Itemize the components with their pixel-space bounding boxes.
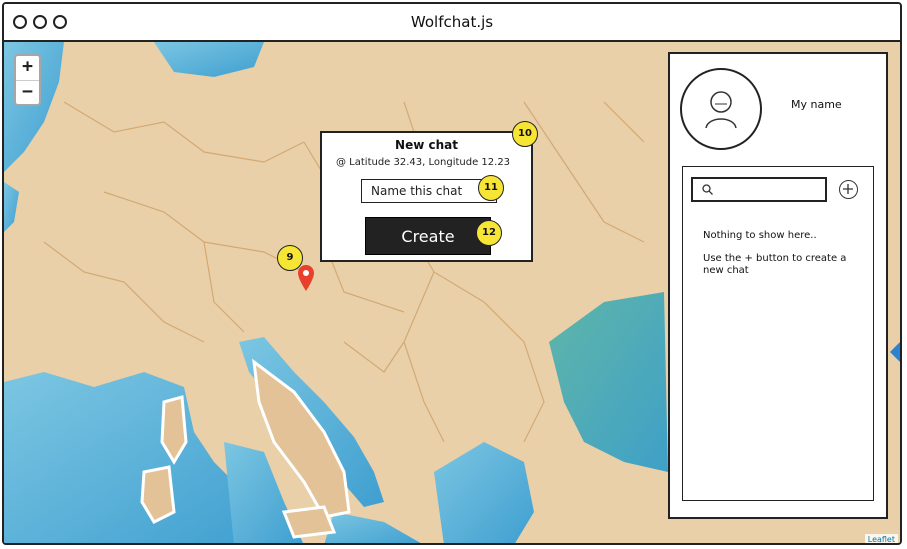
chat-name-input[interactable]: Name this chat — [361, 179, 497, 203]
popup-coordinates: @ Latitude 32.43, Longitude 12.23 — [336, 157, 511, 168]
create-button[interactable]: Create — [365, 217, 491, 255]
map-pin-icon[interactable] — [298, 265, 314, 295]
edge-marker-icon — [890, 342, 900, 362]
plus-circle-icon[interactable] — [839, 180, 858, 199]
user-icon[interactable] — [680, 68, 762, 150]
zoom-control: + − — [14, 54, 41, 106]
title-bar: Wolfchat.js — [4, 4, 900, 42]
annotation-badge-name-input: 11 — [478, 175, 504, 201]
empty-state-title: Nothing to show here.. — [703, 230, 817, 241]
new-chat-popup: New chat @ Latitude 32.43, Longitude 12.… — [320, 131, 533, 262]
map-view[interactable]: + − 9 New chat @ Latitude 32.43, Longitu… — [4, 42, 900, 543]
empty-state-hint: Use the + button to create a new chat — [703, 253, 847, 276]
zoom-in-button[interactable]: + — [16, 56, 39, 81]
app-window: Wolfchat.js + − 9 New chat @ Latitude 32… — [2, 2, 902, 545]
user-name: My name — [791, 98, 842, 111]
chat-list: Nothing to show here.. Use the + button … — [682, 166, 874, 501]
annotation-badge-popup: 10 — [512, 121, 538, 147]
search-icon — [702, 184, 713, 195]
search-input[interactable] — [691, 177, 827, 202]
window-title: Wolfchat.js — [410, 13, 494, 31]
popup-title: New chat — [395, 138, 458, 152]
zoom-out-button[interactable]: − — [16, 81, 39, 105]
chat-sidebar: My name Nothing to show here.. Use the +… — [668, 52, 888, 519]
annotation-badge-create: 12 — [476, 220, 502, 246]
map-attribution[interactable]: Leaflet — [864, 534, 898, 543]
